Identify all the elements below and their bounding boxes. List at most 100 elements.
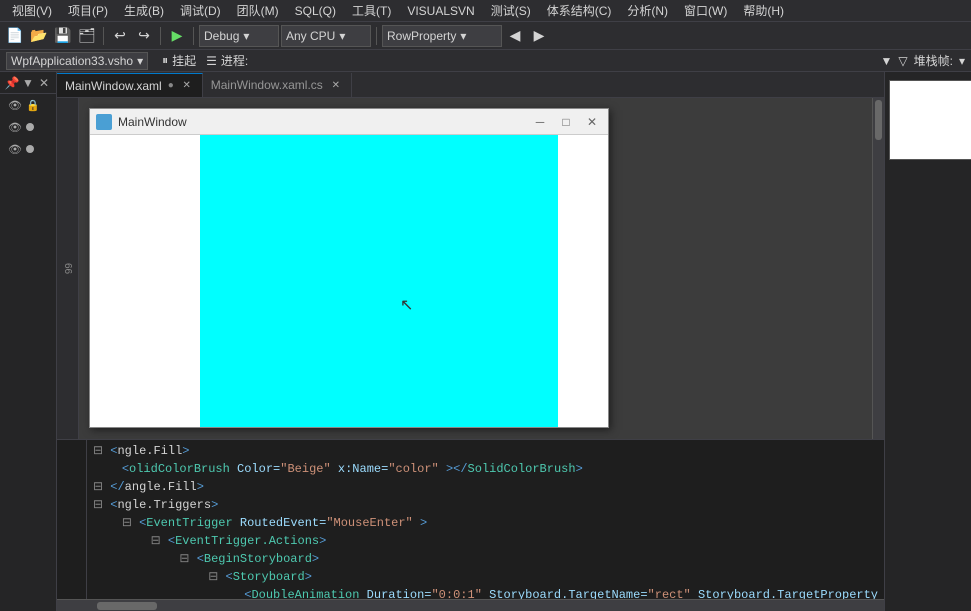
- code-line-5: ⊟ <EventTrigger RoutedEvent="MouseEnter"…: [93, 514, 878, 532]
- wpf-center-panel: ↖: [200, 135, 558, 427]
- menu-build[interactable]: 生成(B): [116, 0, 172, 21]
- line-num-2: [57, 460, 82, 478]
- scrollbar-thumb[interactable]: [875, 100, 882, 140]
- main-layout: 📌 ▼ ✕ 👁 🔒 👁 👁 MainWindow.xaml ●: [0, 72, 971, 611]
- wpf-maximize-btn[interactable]: □: [556, 113, 576, 131]
- wpf-minimize-btn[interactable]: ─: [530, 113, 550, 131]
- pin-icon[interactable]: 📌: [4, 75, 20, 91]
- sidebar-item-2[interactable]: 👁: [0, 116, 56, 138]
- platform-label: Any CPU: [286, 29, 335, 43]
- wpf-canvas[interactable]: ↖: [200, 135, 558, 427]
- menu-debug[interactable]: 调试(D): [172, 0, 229, 21]
- collapse-icon-7[interactable]: ⊟: [179, 552, 189, 566]
- line-num-7: [57, 550, 82, 568]
- code-editor: ⊟ <ngle.Fill> <olidColorBrush Color="Bei…: [57, 439, 884, 599]
- save-all-btn[interactable]: 🗂: [76, 25, 98, 47]
- wpf-close-btn[interactable]: ✕: [582, 113, 602, 131]
- collapse-icon-1[interactable]: ⊟: [93, 444, 103, 458]
- ruler-number: 66: [62, 263, 73, 274]
- property-chevron-icon: ▾: [460, 29, 466, 43]
- tab-close-xaml[interactable]: ✕: [180, 79, 194, 93]
- sidebar-item-1[interactable]: 👁 🔒: [0, 94, 56, 116]
- menu-test[interactable]: 测试(S): [483, 0, 539, 21]
- menu-team[interactable]: 团队(M): [229, 0, 287, 21]
- undo-btn[interactable]: ↩: [109, 25, 131, 47]
- wpf-right-panel: [558, 135, 608, 427]
- open-btn[interactable]: 📂: [28, 25, 50, 47]
- platform-dropdown[interactable]: Any CPU ▾: [281, 25, 371, 47]
- project-bar: WpfApplication33.vsho ▾ ⏸ 挂起 ☰ 进程: ▼ ▽ 堆…: [0, 50, 971, 72]
- menu-sql[interactable]: SQL(Q): [287, 2, 344, 20]
- menu-tools[interactable]: 工具(T): [344, 0, 399, 21]
- collapse-icon-3[interactable]: ⊟: [93, 480, 103, 494]
- eye-icon-3: 👁: [8, 143, 22, 156]
- collapse-icon-8[interactable]: ⊟: [208, 570, 218, 584]
- config-dropdown[interactable]: Debug ▾: [199, 25, 279, 47]
- tab-close-cs[interactable]: ✕: [329, 78, 343, 92]
- vertical-scrollbar[interactable]: [872, 98, 884, 439]
- code-line-6: ⊟ <EventTrigger.Actions>: [93, 532, 878, 550]
- code-content[interactable]: ⊟ <ngle.Fill> <olidColorBrush Color="Bei…: [87, 440, 884, 599]
- thread-icon: ☰: [206, 54, 217, 68]
- save-btn[interactable]: 💾: [52, 25, 74, 47]
- tab-mainwindow-cs[interactable]: MainWindow.xaml.cs ✕: [203, 73, 352, 97]
- code-line-3: ⊟ </angle.Fill>: [93, 478, 878, 496]
- line-num-4: [57, 496, 82, 514]
- project-name: WpfApplication33.vsho: [11, 54, 133, 68]
- config-chevron-icon: ▾: [243, 29, 249, 43]
- cursor-icon: ↖: [400, 295, 413, 315]
- hang-icon: ⏸: [162, 53, 168, 68]
- collapse-icon-4[interactable]: ⊟: [93, 498, 103, 512]
- platform-chevron-icon: ▾: [339, 29, 345, 43]
- dot-icon-2: [26, 123, 34, 131]
- property-dropdown[interactable]: RowProperty ▾: [382, 25, 502, 47]
- property-label: RowProperty: [387, 29, 456, 43]
- property-nav-next-btn[interactable]: ▶: [528, 25, 550, 47]
- collapse-icon-6[interactable]: ⊟: [151, 534, 161, 548]
- config-label: Debug: [204, 29, 239, 43]
- line-num-3: [57, 478, 82, 496]
- menu-project[interactable]: 项目(P): [60, 0, 116, 21]
- tab-mainwindow-xaml[interactable]: MainWindow.xaml ● ✕: [57, 73, 203, 97]
- lock-icon-1: 🔒: [26, 99, 40, 112]
- menu-analyze[interactable]: 分析(N): [619, 0, 676, 21]
- menu-help[interactable]: 帮助(H): [735, 0, 792, 21]
- tab-modified-xaml: ●: [168, 80, 174, 91]
- toolbar-sep-3: [193, 27, 194, 45]
- filter-icon: ▼: [881, 54, 893, 68]
- stack-frame-label: 堆栈帧:: [914, 52, 953, 69]
- sidebar-menu-icon[interactable]: ▼: [20, 75, 36, 91]
- property-nav-btn[interactable]: ◀: [504, 25, 526, 47]
- dot-icon-3: [26, 145, 34, 153]
- collapse-icon-5[interactable]: ⊟: [122, 516, 132, 530]
- line-num-8: [57, 568, 82, 586]
- close-sidebar-icon[interactable]: ✕: [36, 75, 52, 91]
- run-btn[interactable]: ▶: [166, 25, 188, 47]
- menu-visualsvn[interactable]: VISUALSVN: [399, 2, 482, 20]
- h-scrollbar-thumb[interactable]: [97, 602, 157, 610]
- sidebar-items: 👁 🔒 👁 👁: [0, 94, 56, 611]
- horizontal-scrollbar[interactable]: [57, 599, 884, 611]
- project-selector[interactable]: WpfApplication33.vsho ▾: [6, 52, 148, 70]
- right-panel: [884, 72, 971, 611]
- menu-architecture[interactable]: 体系结构(C): [539, 0, 620, 21]
- new-file-btn[interactable]: 📄: [4, 25, 26, 47]
- redo-btn[interactable]: ↪: [133, 25, 155, 47]
- code-line-2: <olidColorBrush Color="Beige" x:Name="co…: [93, 460, 878, 478]
- design-area: 66 MainWindow ─ □ ✕: [57, 98, 884, 439]
- tab-label-xaml: MainWindow.xaml: [65, 79, 162, 93]
- design-canvas-wrapper[interactable]: MainWindow ─ □ ✕ ↖: [79, 98, 872, 439]
- code-line-1: ⊟ <ngle.Fill>: [93, 442, 878, 460]
- eye-icon-1: 👁: [8, 99, 22, 112]
- wpf-left-panel: [90, 135, 200, 427]
- wpf-content: ↖: [90, 135, 608, 427]
- eye-icon-2: 👁: [8, 121, 22, 134]
- sidebar-header: 📌 ▼ ✕: [0, 72, 56, 94]
- hang-label: 挂起: [172, 52, 196, 69]
- menu-view[interactable]: 视图(V): [4, 0, 60, 21]
- tab-bar: MainWindow.xaml ● ✕ MainWindow.xaml.cs ✕: [57, 72, 884, 98]
- sidebar-item-3[interactable]: 👁: [0, 138, 56, 160]
- menu-window[interactable]: 窗口(W): [676, 0, 735, 21]
- filter-chevron-icon: ▾: [959, 54, 965, 68]
- toolbar-sep-1: [103, 27, 104, 45]
